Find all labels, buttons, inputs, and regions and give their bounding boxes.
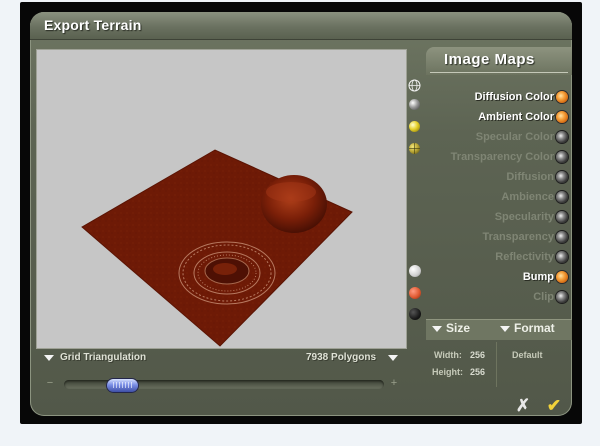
triangulation-mode: Grid Triangulation [60, 352, 147, 363]
size-format-info: Width: 256 Height: 256 Default [426, 342, 572, 387]
resolution-slider[interactable]: − + [44, 378, 400, 392]
format-dropdown[interactable]: Format [498, 320, 570, 340]
terrain-render [81, 149, 353, 347]
preview-info-row: Grid Triangulation 7938 Polygons [36, 350, 407, 368]
orange-toggle-icon[interactable] [556, 111, 568, 123]
map-item-specular-color[interactable]: Specular Color [475, 128, 568, 146]
grid-sphere-icon[interactable] [409, 143, 420, 154]
globe-wireframe-icon[interactable] [408, 79, 421, 92]
title-bar[interactable]: Export Terrain [30, 12, 572, 40]
map-item-label: Ambience [501, 191, 554, 203]
map-item-label: Diffusion [506, 171, 554, 183]
header-divider [430, 72, 568, 73]
map-item-diffusion-color[interactable]: Diffusion Color [474, 88, 568, 106]
size-info: Width: 256 Height: 256 [426, 342, 497, 387]
map-item-label: Reflectivity [495, 251, 554, 263]
gray-toggle-icon[interactable] [556, 291, 568, 303]
map-item-label: Specular Color [475, 131, 554, 143]
ok-checkmark-icon[interactable]: ✔ [545, 397, 563, 415]
orange-swatch-icon[interactable] [409, 287, 421, 299]
height-label: Height: [432, 367, 463, 377]
width-label: Width: [434, 350, 462, 360]
map-item-label: Bump [522, 271, 554, 283]
map-item-reflectivity[interactable]: Reflectivity [495, 248, 568, 266]
plus-icon[interactable]: + [388, 378, 400, 390]
export-terrain-window: Export Terrain Image Maps Diffusion Colo… [30, 12, 572, 416]
polygons-dropdown[interactable]: 7938 Polygons [298, 350, 402, 366]
gray-toggle-icon[interactable] [556, 191, 568, 203]
gray-toggle-icon[interactable] [556, 231, 568, 243]
gray-toggle-icon[interactable] [556, 131, 568, 143]
image-maps-title: Image Maps [444, 51, 535, 68]
map-item-clip[interactable]: Clip [533, 288, 568, 306]
map-item-label: Transparency [482, 231, 554, 243]
map-item-transparency-color[interactable]: Transparency Color [450, 148, 568, 166]
size-dropdown[interactable]: Size [430, 320, 494, 340]
black-swatch-icon[interactable] [409, 308, 421, 320]
chevron-down-icon [388, 355, 398, 361]
map-item-transparency[interactable]: Transparency [482, 228, 568, 246]
slider-track[interactable] [64, 379, 384, 392]
slider-thumb[interactable] [107, 379, 138, 392]
map-item-label: Ambient Color [478, 111, 554, 123]
polygon-count: 7938 Polygons [306, 352, 377, 363]
gray-toggle-icon[interactable] [556, 251, 568, 263]
map-item-label: Diffusion Color [474, 91, 554, 103]
width-value: 256 [470, 350, 486, 360]
map-item-label: Clip [533, 291, 554, 303]
chevron-down-icon [432, 326, 442, 332]
map-item-ambient-color[interactable]: Ambient Color [478, 108, 568, 126]
gray-toggle-icon[interactable] [556, 211, 568, 223]
terrain-plane [81, 149, 353, 347]
window-title: Export Terrain [44, 17, 142, 33]
yellow-sphere-icon[interactable] [409, 121, 420, 132]
map-item-label: Transparency Color [450, 151, 554, 163]
minus-icon[interactable]: − [44, 378, 56, 390]
chevron-down-icon [500, 326, 510, 332]
cancel-x-icon[interactable]: ✗ [514, 397, 532, 415]
map-item-ambience[interactable]: Ambience [501, 188, 568, 206]
format-value: Default [512, 350, 543, 360]
map-item-specularity[interactable]: Specularity [494, 208, 568, 226]
triangulation-dropdown[interactable]: Grid Triangulation [44, 350, 194, 366]
size-format-bar: Size Format [426, 319, 572, 340]
image-maps-header: Image Maps [426, 47, 572, 75]
gray-toggle-icon[interactable] [556, 151, 568, 163]
map-item-diffusion[interactable]: Diffusion [506, 168, 568, 186]
format-label: Format [514, 321, 555, 335]
map-item-label: Specularity [494, 211, 554, 223]
gray-toggle-icon[interactable] [556, 171, 568, 183]
height-value: 256 [470, 367, 486, 377]
size-label: Size [446, 321, 471, 335]
orange-toggle-icon[interactable] [556, 91, 568, 103]
chevron-down-icon [44, 355, 54, 361]
gray-sphere-icon[interactable] [409, 99, 420, 110]
orange-toggle-icon[interactable] [556, 271, 568, 283]
white-swatch-icon[interactable] [409, 265, 421, 277]
map-item-bump[interactable]: Bump [522, 268, 568, 286]
terrain-preview-viewport[interactable] [36, 49, 407, 349]
